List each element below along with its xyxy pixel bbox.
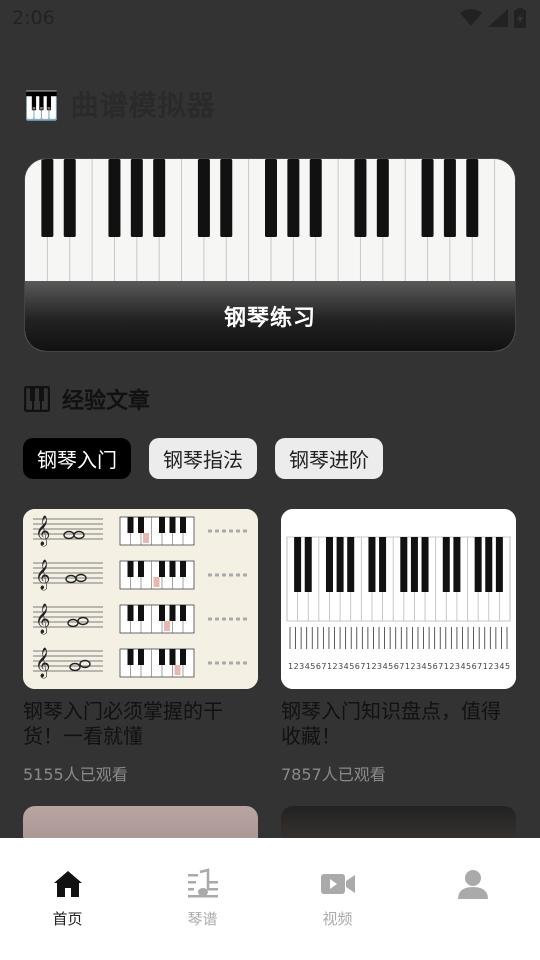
svg-text:5: 5	[349, 662, 354, 671]
svg-text:1: 1	[483, 662, 488, 671]
article-title: 钢琴入门必须掌握的干货！一看就懂	[23, 699, 223, 748]
article-thumbnail: 1234567123456712345671234567123456712345	[281, 509, 516, 689]
svg-text:7: 7	[360, 662, 365, 671]
svg-text:2: 2	[410, 662, 415, 671]
status-icons	[460, 8, 526, 28]
svg-text:1: 1	[405, 662, 410, 671]
article-views: 5155人已观看	[23, 765, 128, 784]
article-title: 钢琴入门知识盘点，值得收藏！	[281, 699, 501, 748]
svg-text:3: 3	[416, 662, 421, 671]
svg-text:4: 4	[305, 662, 310, 671]
svg-text:1: 1	[444, 662, 449, 671]
svg-text:𝄞: 𝄞	[35, 559, 50, 591]
tab-piano-fingering[interactable]: 钢琴指法	[149, 438, 257, 479]
nav-label: 琴谱	[187, 910, 218, 928]
nav-label: 视频	[322, 910, 353, 928]
svg-text:6: 6	[316, 662, 321, 671]
svg-text:6: 6	[394, 662, 399, 671]
app-title: 🎹 曲谱模拟器	[24, 89, 216, 122]
tab-label: 钢琴指法	[163, 448, 243, 472]
tab-piano-advanced[interactable]: 钢琴进阶	[275, 438, 383, 479]
svg-text:3: 3	[455, 662, 460, 671]
tab-label: 钢琴入门	[37, 448, 117, 472]
svg-text:4: 4	[499, 662, 504, 671]
sheet-music-icon	[187, 868, 218, 898]
svg-text:2: 2	[449, 662, 454, 671]
svg-text:2: 2	[294, 662, 299, 671]
svg-text:6: 6	[433, 662, 438, 671]
svg-text:5: 5	[466, 662, 471, 671]
svg-text:7: 7	[399, 662, 404, 671]
svg-text:4: 4	[460, 662, 465, 671]
svg-text:4: 4	[383, 662, 388, 671]
battery-icon	[514, 8, 526, 28]
wifi-icon	[460, 9, 482, 26]
tab-label: 钢琴进阶	[289, 448, 369, 472]
piano-practice-label: 钢琴练习	[223, 306, 316, 331]
svg-text:1: 1	[366, 662, 371, 671]
nav-profile[interactable]	[405, 838, 540, 960]
category-tabs: 钢琴入门 钢琴指法 钢琴进阶	[23, 438, 383, 479]
svg-text:𝄞: 𝄞	[35, 647, 50, 679]
piano-keys-image	[25, 159, 515, 289]
section-header: 经验文章	[24, 382, 150, 416]
nav-video[interactable]: 视频	[270, 838, 405, 960]
article-card[interactable]: 1234567123456712345671234567123456712345…	[281, 509, 516, 785]
nav-sheet-music[interactable]: 琴谱	[135, 838, 270, 960]
hero-footer: 钢琴练习	[25, 281, 515, 351]
user-icon	[457, 870, 488, 899]
piano-practice-card[interactable]: 钢琴练习	[24, 158, 516, 352]
piano-icon	[24, 386, 50, 412]
article-thumbnail: 𝄞 𝄞 𝄞 𝄞	[23, 509, 258, 689]
svg-text:4: 4	[344, 662, 349, 671]
svg-text:5: 5	[310, 662, 315, 671]
svg-text:3: 3	[338, 662, 343, 671]
svg-text:5: 5	[505, 662, 510, 671]
music-staff-image: 𝄞 𝄞 𝄞 𝄞	[23, 509, 258, 689]
svg-text:3: 3	[377, 662, 382, 671]
svg-text:3: 3	[494, 662, 499, 671]
svg-text:6: 6	[355, 662, 360, 671]
signal-icon	[488, 9, 508, 27]
nav-home[interactable]: 首页	[0, 838, 135, 960]
svg-text:1: 1	[288, 662, 293, 671]
section-title: 经验文章	[62, 389, 151, 414]
svg-text:2: 2	[488, 662, 493, 671]
article-card[interactable]: 𝄞 𝄞 𝄞 𝄞 钢琴入门必须掌握的干货！一看就懂 5155人已观看	[23, 509, 258, 785]
svg-text:7: 7	[477, 662, 482, 671]
status-time: 2:06	[12, 7, 55, 29]
tab-piano-beginner[interactable]: 钢琴入门	[23, 438, 131, 479]
bottom-nav: 首页 琴谱 视频	[0, 838, 540, 960]
svg-text:2: 2	[333, 662, 338, 671]
svg-text:4: 4	[422, 662, 427, 671]
status-bar: 2:06	[0, 0, 540, 36]
svg-text:3: 3	[299, 662, 304, 671]
svg-text:7: 7	[321, 662, 326, 671]
svg-text:2: 2	[371, 662, 376, 671]
svg-text:𝄞: 𝄞	[35, 603, 50, 635]
nav-label: 首页	[52, 910, 83, 928]
svg-text:7: 7	[438, 662, 443, 671]
svg-text:5: 5	[427, 662, 432, 671]
svg-text:𝄞: 𝄞	[35, 515, 50, 547]
svg-text:5: 5	[388, 662, 393, 671]
svg-text:6: 6	[472, 662, 477, 671]
article-views: 7857人已观看	[281, 765, 386, 784]
video-icon	[320, 874, 355, 894]
home-icon	[53, 871, 82, 897]
keyboard-chart-image: 1234567123456712345671234567123456712345	[281, 509, 516, 689]
svg-text:1: 1	[327, 662, 332, 671]
